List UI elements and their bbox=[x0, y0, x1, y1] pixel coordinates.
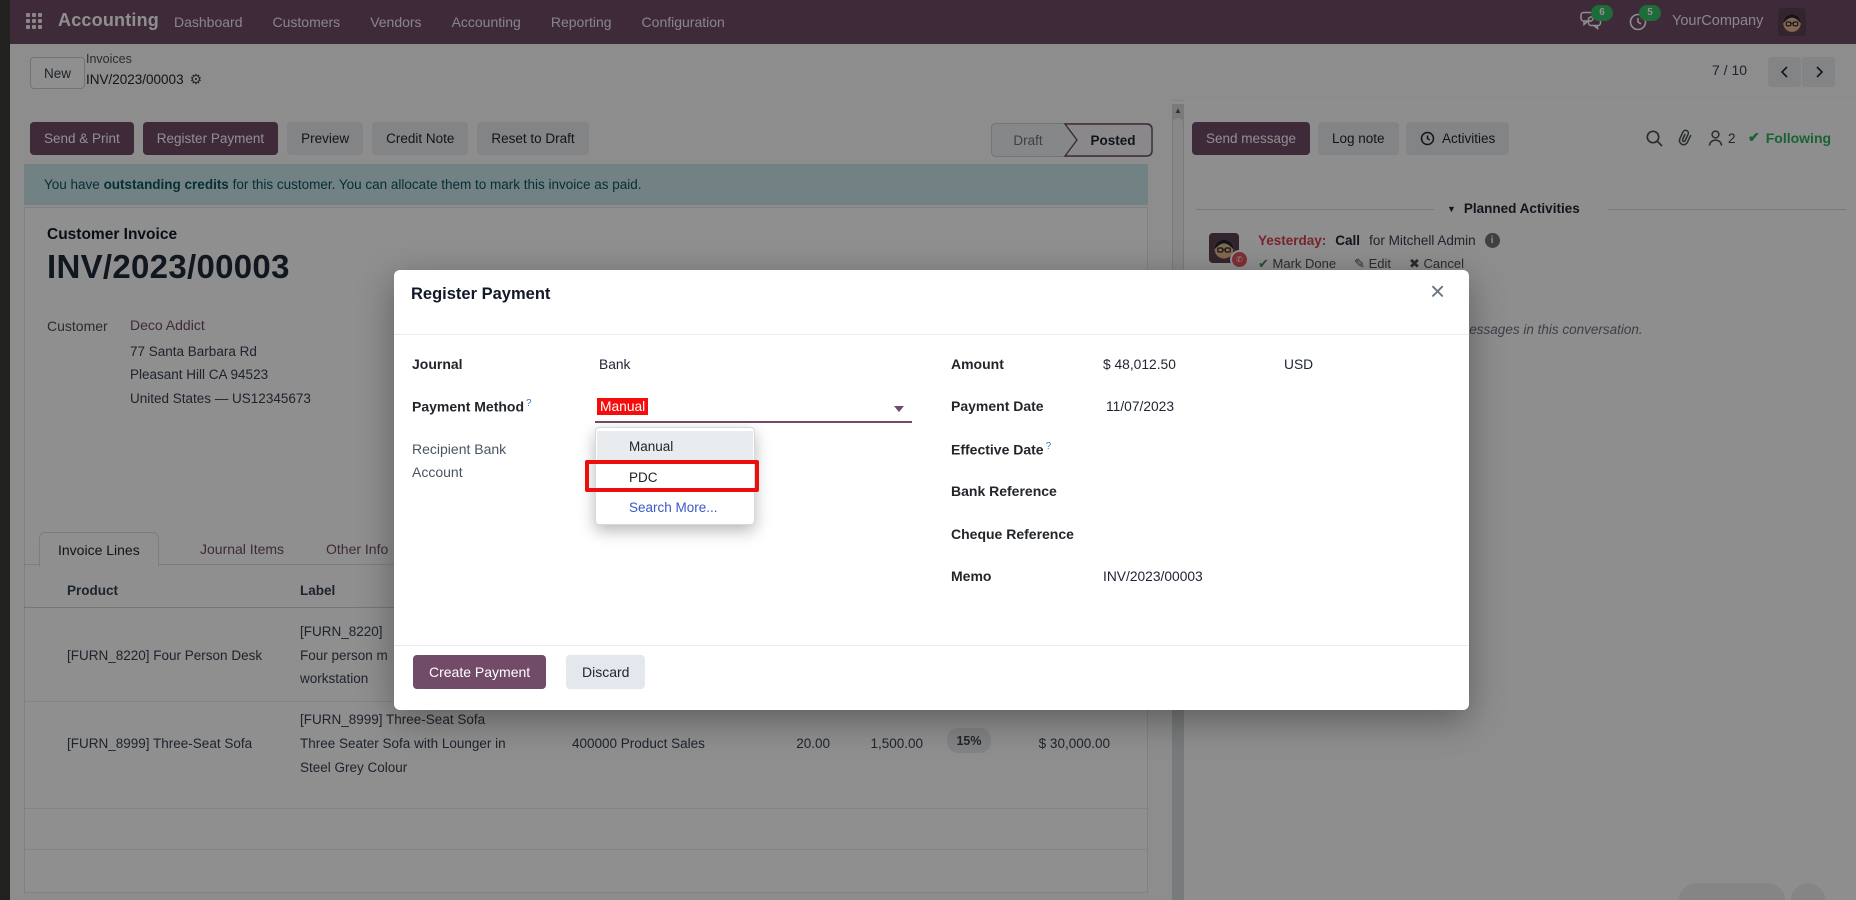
register-payment-modal: Register Payment × Journal Bank Payment … bbox=[394, 270, 1469, 710]
amount-label: Amount bbox=[951, 356, 1004, 372]
recipient-bank-label-line1: Recipient Bank bbox=[412, 441, 506, 457]
dropdown-item-manual[interactable]: Manual bbox=[597, 431, 753, 461]
journal-label: Journal bbox=[412, 356, 463, 372]
bank-reference-label: Bank Reference bbox=[951, 483, 1057, 499]
recipient-bank-label-line2: Account bbox=[412, 464, 463, 480]
create-payment-button[interactable]: Create Payment bbox=[413, 655, 546, 689]
help-icon: ? bbox=[526, 398, 532, 409]
odoo-accounting-app: Accounting Dashboard Customers Vendors A… bbox=[0, 0, 1856, 900]
annotation-highlight-box bbox=[585, 460, 759, 492]
cheque-reference-label: Cheque Reference bbox=[951, 526, 1074, 542]
effective-date-label: Effective Date? bbox=[951, 441, 1051, 458]
journal-value[interactable]: Bank bbox=[599, 357, 630, 372]
payment-date-label: Payment Date bbox=[951, 398, 1044, 414]
memo-label: Memo bbox=[951, 568, 991, 584]
currency-value[interactable]: USD bbox=[1284, 357, 1313, 372]
dropdown-search-more[interactable]: Search More... bbox=[597, 492, 753, 522]
modal-header-divider bbox=[394, 334, 1469, 335]
memo-value[interactable]: INV/2023/00003 bbox=[1103, 569, 1203, 584]
modal-footer-divider bbox=[394, 645, 1469, 646]
help-icon: ? bbox=[1046, 441, 1052, 452]
dropdown-caret-icon[interactable] bbox=[894, 406, 904, 412]
payment-date-value[interactable]: 11/07/2023 bbox=[1106, 399, 1174, 414]
modal-close-button[interactable]: × bbox=[1430, 276, 1445, 306]
discard-button[interactable]: Discard bbox=[566, 655, 645, 689]
amount-value[interactable]: $ 48,012.50 bbox=[1103, 357, 1176, 372]
payment-method-label: Payment Method? bbox=[412, 398, 532, 415]
modal-title: Register Payment bbox=[411, 285, 550, 304]
payment-method-value-selected[interactable]: Manual bbox=[597, 398, 648, 415]
